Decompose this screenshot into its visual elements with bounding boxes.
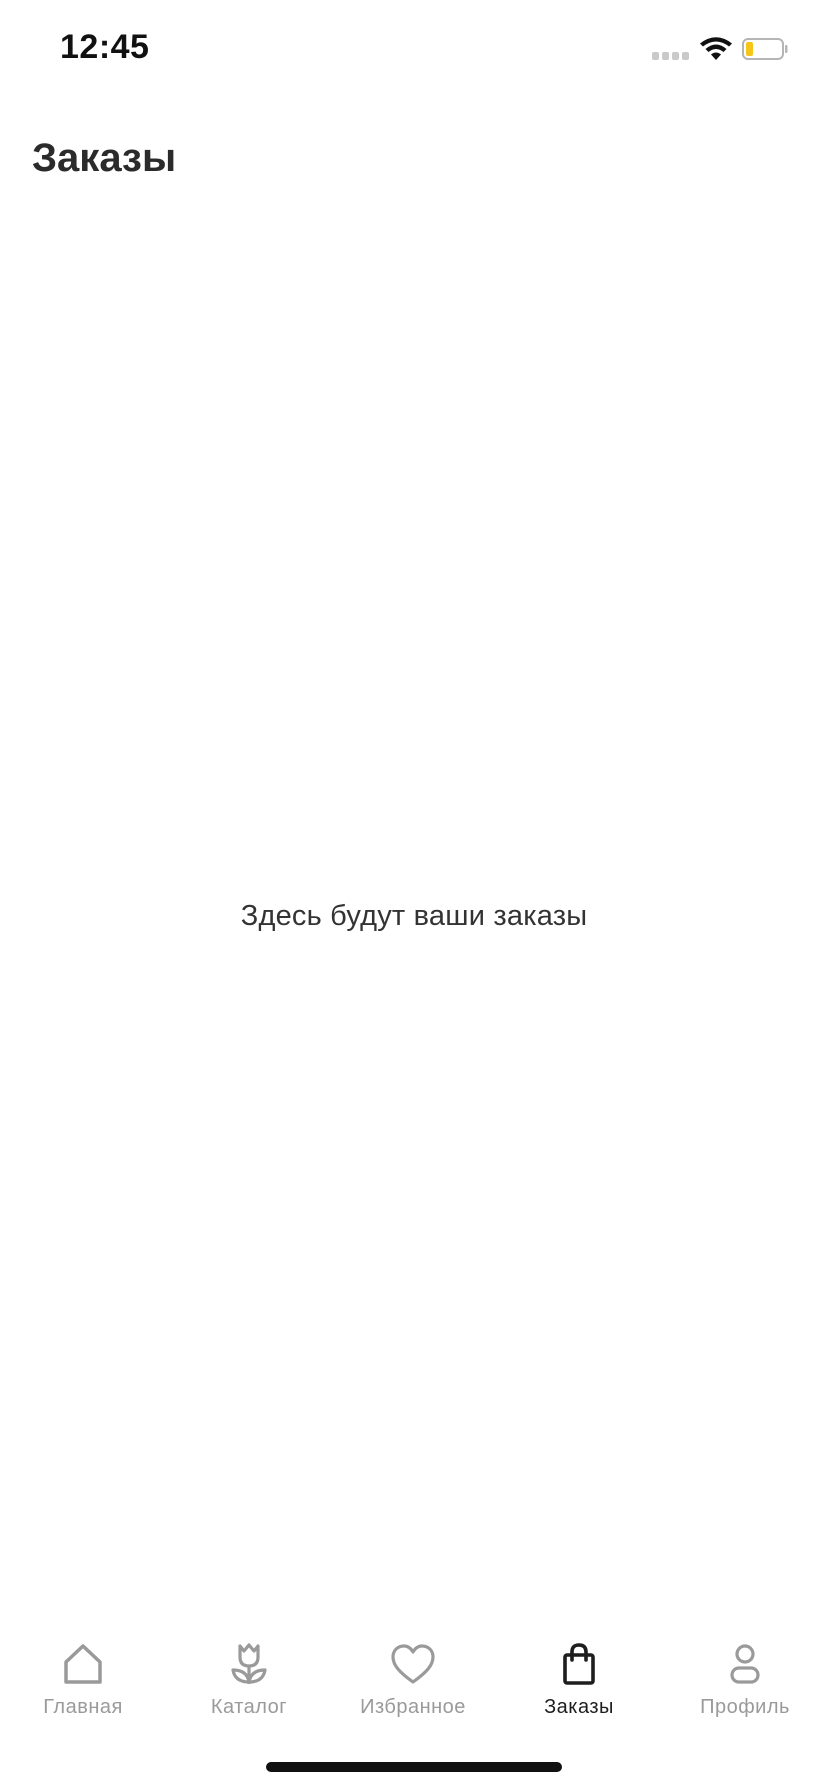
tab-home[interactable]: Главная: [0, 1620, 166, 1730]
empty-orders-message: Здесь будут ваши заказы: [240, 900, 588, 932]
wifi-icon: [700, 37, 732, 60]
status-bar: 12:45: [0, 0, 828, 100]
page-title: Заказы: [32, 136, 177, 180]
tab-orders[interactable]: Заказы: [496, 1620, 662, 1730]
tab-profile-label: Профиль: [700, 1696, 790, 1718]
tab-favorites-label: Избранное: [360, 1696, 466, 1718]
tab-orders-label: Заказы: [544, 1696, 614, 1718]
tab-catalog[interactable]: Каталог: [166, 1620, 332, 1730]
tab-catalog-label: Каталог: [210, 1696, 288, 1718]
tab-home-label: Главная: [43, 1696, 123, 1718]
shopping-bag-icon: [563, 1643, 595, 1685]
profile-icon: [730, 1644, 760, 1684]
cellular-signal-icon: [652, 52, 689, 60]
battery-icon: [742, 38, 788, 60]
home-icon: [64, 1644, 102, 1684]
tulip-icon: [231, 1643, 267, 1684]
tab-favorites[interactable]: Избранное: [330, 1620, 496, 1730]
home-indicator[interactable]: [266, 1762, 562, 1772]
tab-bar: Главная Каталог Избранное Заказы Профиль: [0, 1620, 828, 1730]
status-time: 12:45: [60, 28, 150, 66]
tab-profile[interactable]: Профиль: [662, 1620, 828, 1730]
heart-icon: [391, 1644, 435, 1684]
